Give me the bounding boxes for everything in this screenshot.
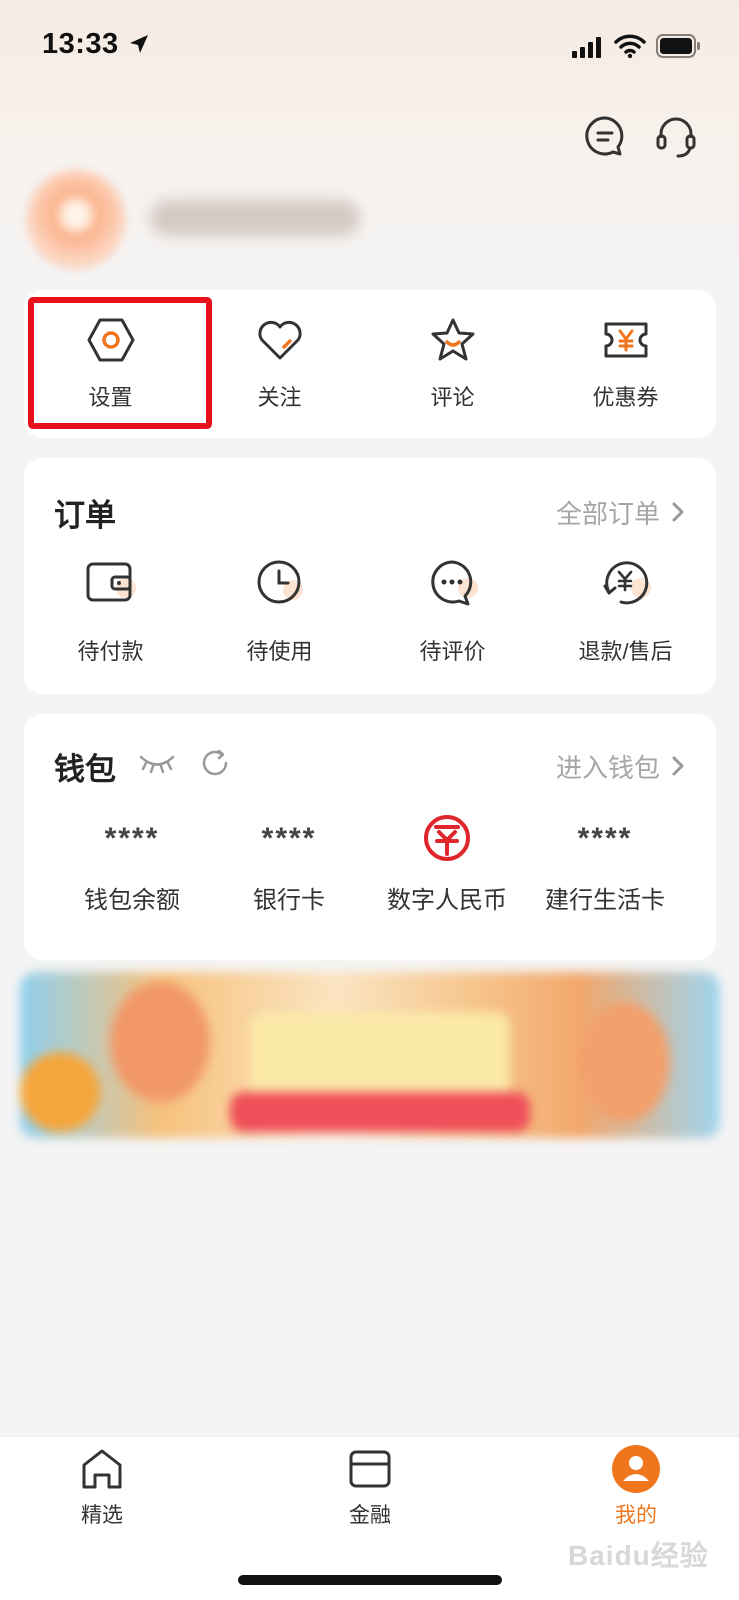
order-pending-payment[interactable]: 待付款 xyxy=(24,558,197,678)
status-bar: 13:33 xyxy=(0,0,739,92)
digital-rmb-icon xyxy=(424,815,470,861)
wifi-icon xyxy=(614,34,646,59)
home-indicator xyxy=(238,1575,502,1585)
chevron-right-icon[interactable] xyxy=(670,754,686,778)
location-arrow-icon xyxy=(130,35,148,53)
message-icon[interactable] xyxy=(582,112,630,160)
tab-featured[interactable]: 精选 xyxy=(22,1437,182,1547)
chat-bubble-icon xyxy=(431,560,478,606)
order-to-use[interactable]: 待使用 xyxy=(193,558,366,678)
orders-title: 订单 xyxy=(54,498,116,533)
orders-card: 订单 全部订单 待付款 待使用 待评价 退款/售后 xyxy=(24,458,716,694)
battery-icon xyxy=(656,34,700,58)
wallet-card: 钱包 进入钱包 **** 钱包余额 **** 银行卡 数字人民币 **** 建行… xyxy=(24,714,716,960)
order-pending-payment-label: 待付款 xyxy=(77,639,144,664)
eye-closed-icon[interactable] xyxy=(138,752,176,774)
tab-mine-label: 我的 xyxy=(615,1504,657,1527)
promo-banner[interactable] xyxy=(20,972,720,1138)
username-blurred[interactable] xyxy=(150,200,360,236)
wallet-ccb-life-card[interactable]: **** 建行生活卡 xyxy=(525,810,685,920)
tab-finance-label: 金融 xyxy=(349,1504,391,1527)
profile-avatar[interactable] xyxy=(26,170,126,270)
wallet-balance-label: 钱包余额 xyxy=(84,887,180,914)
quick-coupons-label: 优惠券 xyxy=(592,385,659,410)
wallet-bank-card-label: 银行卡 xyxy=(253,887,325,914)
wallet-digital-rmb-label: 数字人民币 xyxy=(387,887,507,914)
order-to-use-label: 待使用 xyxy=(246,639,313,664)
quick-settings[interactable]: 设置 xyxy=(24,290,197,438)
order-refund[interactable]: 退款/售后 xyxy=(539,558,712,678)
quick-settings-label: 设置 xyxy=(88,385,133,410)
user-avatar-icon xyxy=(612,1445,660,1493)
customer-service-icon[interactable] xyxy=(652,112,700,160)
quick-follow-label: 关注 xyxy=(257,385,302,410)
order-to-review[interactable]: 待评价 xyxy=(366,558,539,678)
refresh-icon[interactable] xyxy=(200,748,230,778)
order-to-review-label: 待评价 xyxy=(419,639,486,664)
wallet-balance-value: **** xyxy=(104,822,160,855)
quick-reviews[interactable]: 评论 xyxy=(366,290,539,438)
chevron-right-icon[interactable] xyxy=(670,500,686,524)
quick-follow[interactable]: 关注 xyxy=(193,290,366,438)
card-icon xyxy=(349,1450,391,1488)
tab-finance[interactable]: 金融 xyxy=(290,1437,450,1547)
quick-coupons[interactable]: 优惠券 xyxy=(539,290,712,438)
coupon-icon xyxy=(604,322,648,358)
heart-icon xyxy=(258,320,302,360)
order-refund-label: 退款/售后 xyxy=(578,639,673,664)
status-time: 13:33 xyxy=(42,28,119,60)
tab-mine[interactable]: 我的 xyxy=(556,1437,716,1547)
wallet-icon xyxy=(86,562,136,602)
wallet-balance[interactable]: **** 钱包余额 xyxy=(52,810,212,920)
tab-featured-label: 精选 xyxy=(81,1504,123,1527)
cellular-signal-icon xyxy=(572,37,601,58)
home-icon xyxy=(82,1449,122,1489)
settings-hexagon-icon xyxy=(87,318,135,362)
wallet-bank-card-value: **** xyxy=(261,822,317,855)
wallet-bank-card[interactable]: **** 银行卡 xyxy=(209,810,369,920)
quick-actions-card: 设置 关注 评论 优惠券 xyxy=(24,290,716,438)
wallet-digital-rmb[interactable]: 数字人民币 xyxy=(367,810,527,920)
wallet-ccb-life-card-value: **** xyxy=(577,822,633,855)
wallet-title: 钱包 xyxy=(54,752,116,787)
clock-icon xyxy=(257,560,303,604)
quick-reviews-label: 评论 xyxy=(430,385,475,410)
wallet-ccb-life-card-label: 建行生活卡 xyxy=(545,887,665,914)
star-icon xyxy=(431,318,475,361)
enter-wallet-link[interactable]: 进入钱包 xyxy=(556,748,660,785)
baidu-watermark: Baidu经验 xyxy=(568,1540,709,1571)
all-orders-link[interactable]: 全部订单 xyxy=(556,494,660,531)
refund-icon xyxy=(603,561,651,605)
